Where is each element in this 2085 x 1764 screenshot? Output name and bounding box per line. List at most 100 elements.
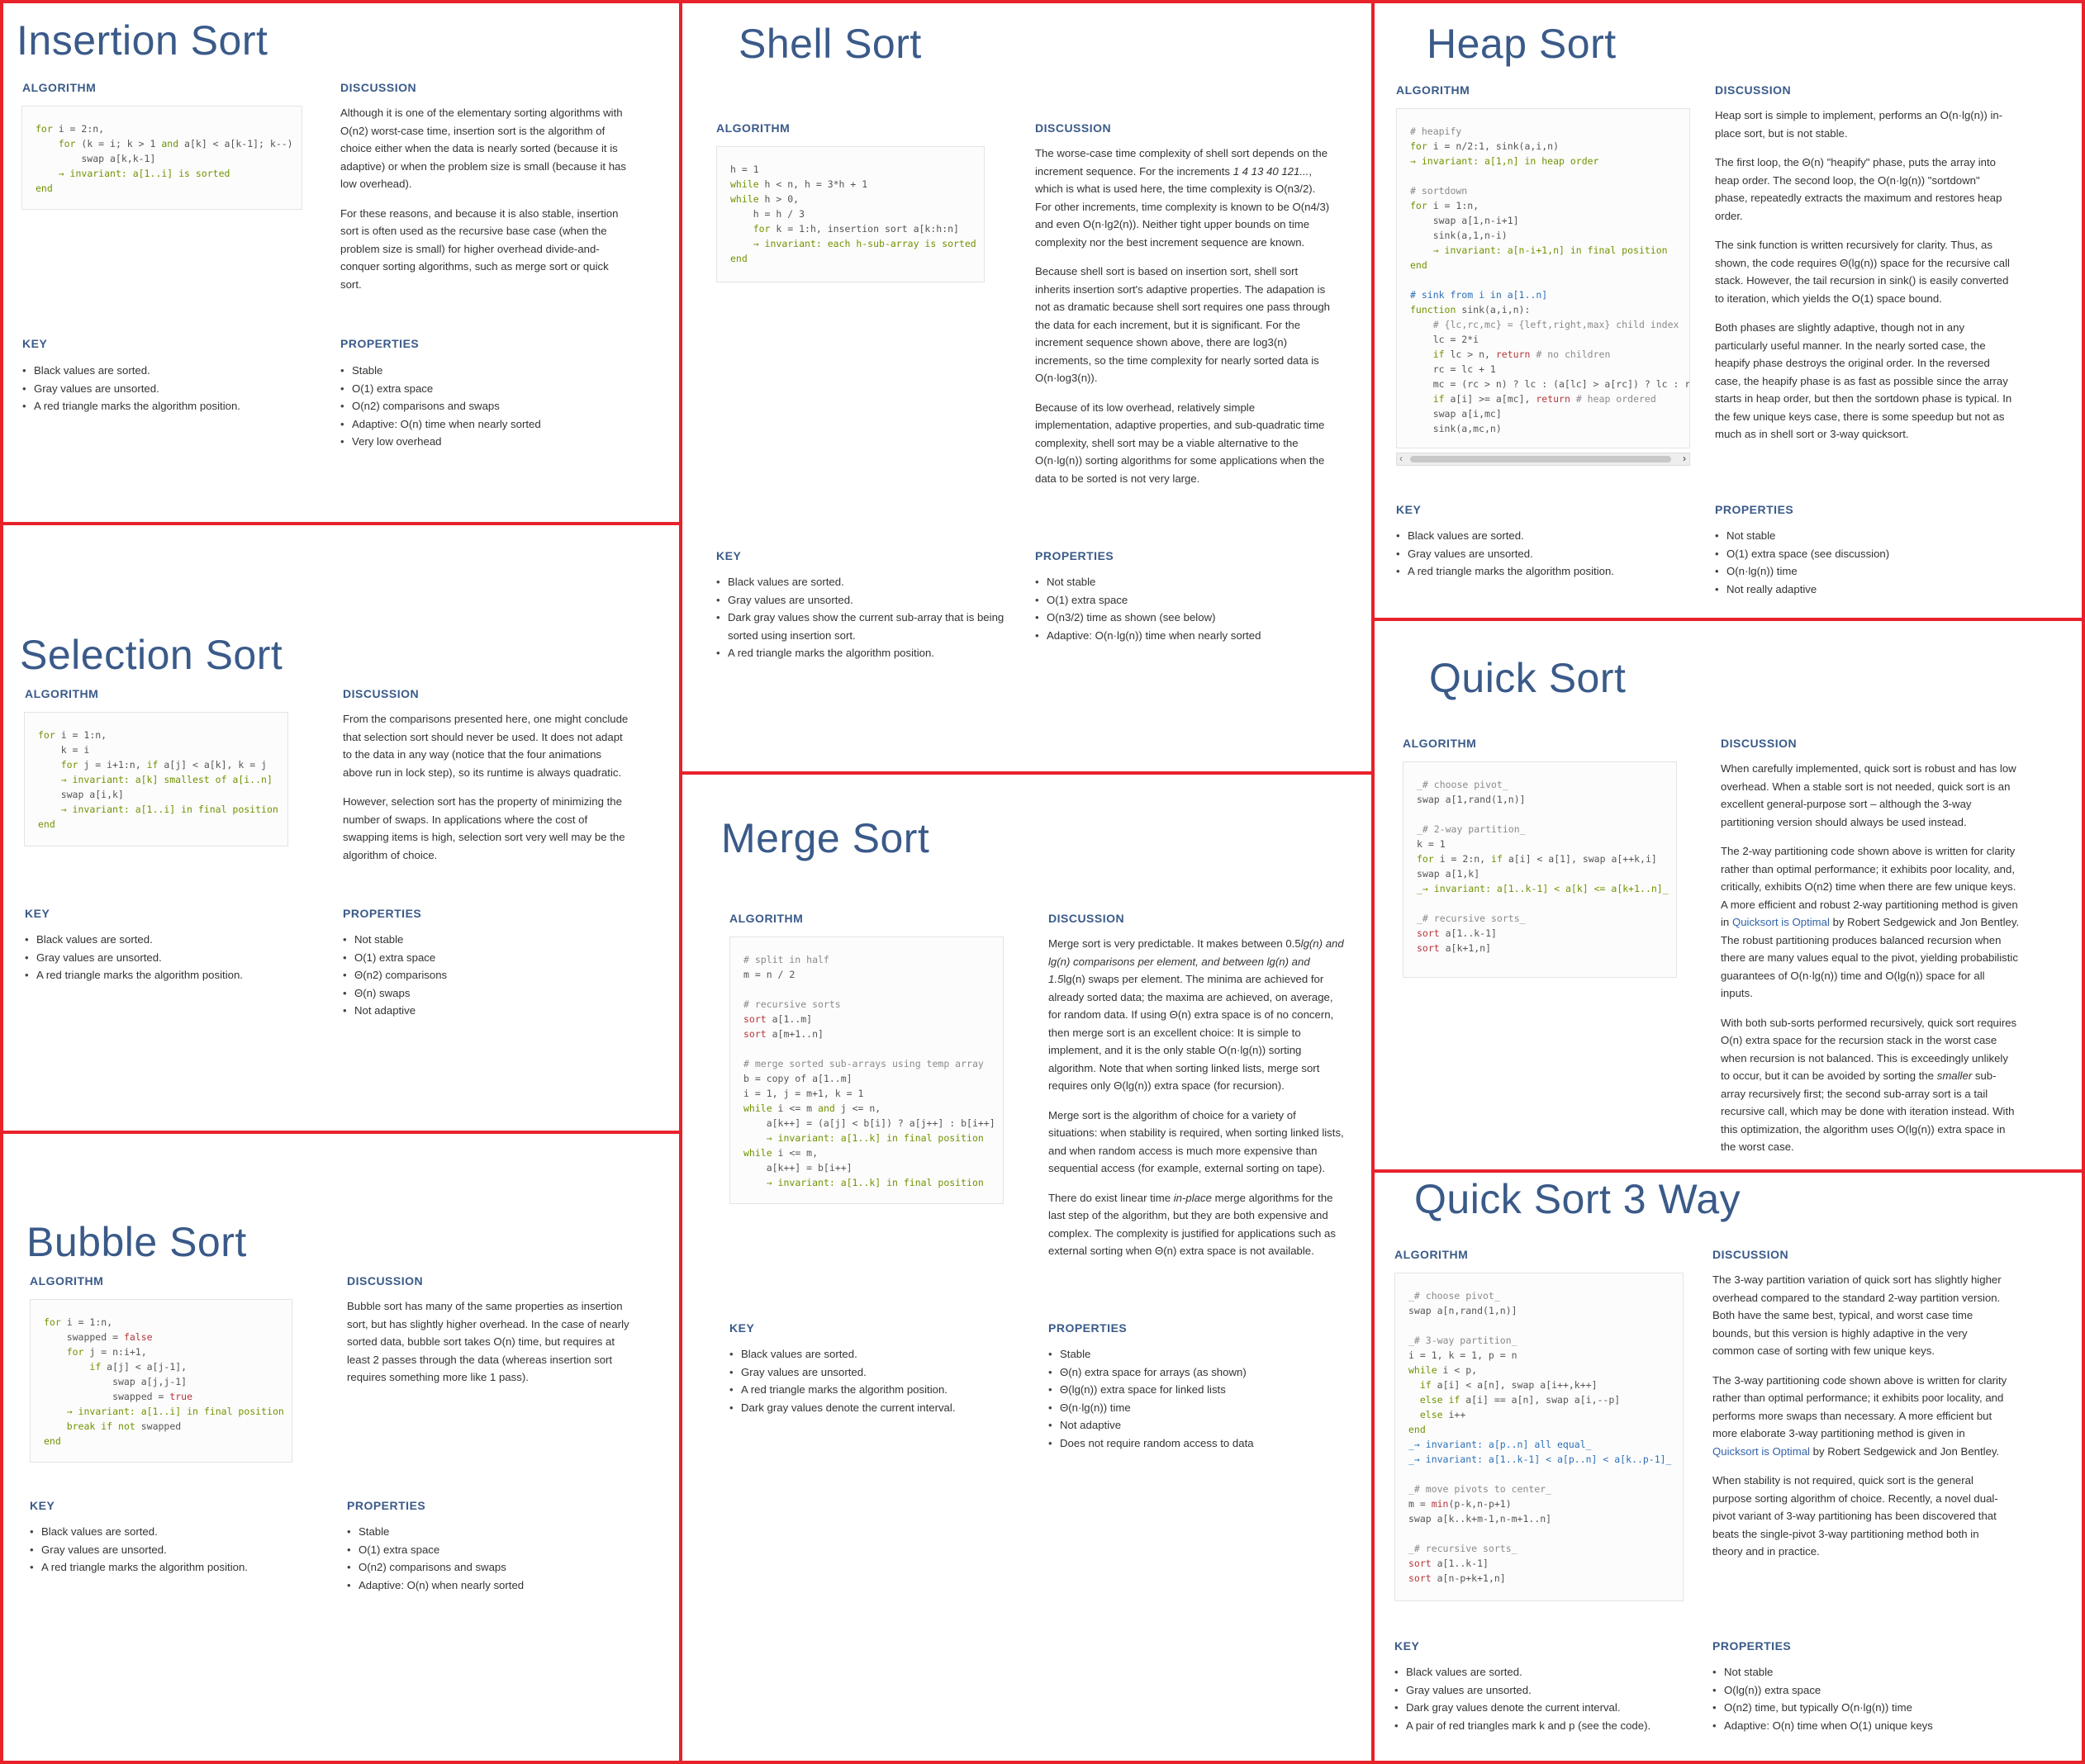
selection-discussion-heading: DISCUSSION bbox=[343, 687, 420, 700]
shell-sort-panel: Shell Sort ALGORITHM h = 1 while h < n, h… bbox=[683, 0, 1371, 772]
discussion-paragraph: The sink function is written recursively… bbox=[1715, 239, 2010, 305]
code-line: for i = n/2:1, sink(a,i,n) bbox=[1410, 140, 1560, 152]
merge-key-heading: KEY bbox=[729, 1321, 755, 1335]
code-line: → invariant: a[1,n] in heap order bbox=[1410, 155, 1599, 167]
heap-code-scrollbar[interactable]: ‹ › bbox=[1396, 453, 1690, 466]
insertion-algorithm-heading: ALGORITHM bbox=[22, 81, 97, 94]
discussion-paragraph: When carefully implemented, quick sort i… bbox=[1721, 762, 2016, 828]
list-item: O(1) extra space bbox=[340, 380, 638, 398]
list-item: Θ(n·lg(n)) time bbox=[1048, 1399, 1354, 1417]
code-line: while h < n, h = 3*h + 1 bbox=[730, 178, 868, 190]
heap-discussion-text: Heap sort is simple to implement, perfor… bbox=[1715, 107, 2014, 455]
code-line: # heapify bbox=[1410, 126, 1462, 137]
list-item: Black values are sorted. bbox=[30, 1523, 327, 1541]
list-item: Dark gray values denote the current inte… bbox=[1394, 1699, 1700, 1717]
code-line: if a[j] < a[j-1], bbox=[89, 1361, 188, 1373]
code-line: swap a[k,k-1] bbox=[36, 153, 156, 164]
code-line: swap a[j,j-1] bbox=[44, 1376, 188, 1387]
code-line: end bbox=[1408, 1424, 1426, 1435]
list-item: Adaptive: O(n·lg(n)) time when nearly so… bbox=[1035, 627, 1341, 645]
selection-discussion-text: From the comparisons presented here, one… bbox=[343, 710, 634, 875]
list-item: Θ(n) swaps bbox=[343, 984, 640, 1003]
shell-algorithm-heading: ALGORITHM bbox=[716, 121, 791, 135]
code-line: for k = 1:h, insertion sort a[k:h:n] bbox=[753, 223, 959, 235]
merge-properties-heading: PROPERTIES bbox=[1048, 1321, 1128, 1335]
bubble-sort-title: Bubble Sort bbox=[26, 1219, 247, 1265]
code-line: i = 1, j = m+1, k = 1 bbox=[743, 1088, 864, 1099]
list-item: Θ(n) extra space for arrays (as shown) bbox=[1048, 1363, 1354, 1382]
discussion-paragraph: Bubble sort has many of the same propert… bbox=[347, 1300, 629, 1383]
frame-bottom bbox=[0, 1761, 2085, 1764]
list-item: Θ(lg(n)) extra space for linked lists bbox=[1048, 1381, 1354, 1399]
list-item: A red triangle marks the algorithm posit… bbox=[729, 1381, 1035, 1399]
list-item: Stable bbox=[340, 362, 638, 380]
list-item: A pair of red triangles mark k and p (se… bbox=[1394, 1717, 1700, 1735]
bubble-key-list: Black values are sorted.Gray values are … bbox=[30, 1523, 327, 1577]
list-item: Not stable bbox=[1715, 527, 2021, 545]
code-line: → invariant: a[n-i+1,n] in final positio… bbox=[1432, 244, 1668, 256]
merge-sort-title: Merge Sort bbox=[721, 815, 930, 861]
code-line: end bbox=[44, 1435, 61, 1447]
selection-sort-title: Selection Sort bbox=[20, 632, 283, 678]
code-line: _→ invariant: a[p..n] all equal_ bbox=[1408, 1439, 1592, 1450]
code-line: sort a[m+1..n] bbox=[743, 1028, 824, 1040]
code-line: # {lc,rc,mc} = {left,right,max} child in… bbox=[1432, 319, 1679, 330]
list-item: Stable bbox=[347, 1523, 644, 1541]
insertion-key-list: Black values are sorted.Gray values are … bbox=[22, 362, 320, 415]
quicksort-is-optimal-link[interactable]: Quicksort is Optimal bbox=[1732, 916, 1830, 928]
quicksort-is-optimal-link[interactable]: Quicksort is Optimal bbox=[1712, 1445, 1810, 1458]
scroll-left-arrow-icon[interactable]: ‹ bbox=[1399, 453, 1403, 464]
code-line: end bbox=[36, 183, 53, 194]
divider-insertion-selection bbox=[0, 522, 679, 525]
code-line: swapped = false bbox=[44, 1331, 153, 1343]
discussion-paragraph: When stability is not required, quick so… bbox=[1712, 1474, 1998, 1558]
list-item: A red triangle marks the algorithm posit… bbox=[716, 644, 1022, 662]
code-line: k = 1 bbox=[1417, 838, 1446, 850]
code-line: → invariant: a[1..i] in final position bbox=[60, 804, 278, 815]
list-item: Gray values are unsorted. bbox=[30, 1541, 327, 1559]
selection-sort-panel: Selection Sort ALGORITHM for i = 1:n, k … bbox=[0, 525, 679, 1131]
merge-discussion-text: Merge sort is very predictable. It makes… bbox=[1048, 935, 1344, 1272]
list-item: Not stable bbox=[1712, 1663, 2018, 1681]
code-line: if lc > n, return # no children bbox=[1432, 349, 1611, 360]
heap-properties-list: Not stableO(1) extra space (see discussi… bbox=[1715, 527, 2021, 598]
code-line: swapped = true bbox=[44, 1391, 193, 1402]
heap-sort-title: Heap Sort bbox=[1427, 21, 1617, 67]
list-item: Not stable bbox=[343, 931, 640, 949]
list-item: O(n3/2) time as shown (see below) bbox=[1035, 609, 1341, 627]
list-item: Not adaptive bbox=[1048, 1416, 1354, 1434]
list-item: Does not require random access to data bbox=[1048, 1434, 1354, 1453]
discussion-paragraph: The 3-way partition variation of quick s… bbox=[1712, 1273, 2002, 1357]
list-item: Gray values are unsorted. bbox=[22, 380, 320, 398]
merge-properties-list: StableΘ(n) extra space for arrays (as sh… bbox=[1048, 1345, 1354, 1452]
code-line: for i = 2:n, if a[i] < a[1], swap a[++k,… bbox=[1417, 853, 1657, 865]
scroll-right-arrow-icon[interactable]: › bbox=[1683, 453, 1686, 464]
shell-properties-list: Not stableO(1) extra spaceO(n3/2) time a… bbox=[1035, 573, 1341, 644]
insertion-properties-heading: PROPERTIES bbox=[340, 337, 420, 350]
heap-discussion-heading: DISCUSSION bbox=[1715, 83, 1792, 97]
quick3-properties-heading: PROPERTIES bbox=[1712, 1639, 1792, 1653]
scrollbar-thumb[interactable] bbox=[1410, 456, 1671, 462]
list-item: Not stable bbox=[1035, 573, 1341, 591]
code-line: while i <= m, bbox=[743, 1147, 819, 1159]
code-line: rc = lc + 1 bbox=[1410, 363, 1496, 375]
code-line: → invariant: a[1..i] is sorted bbox=[58, 168, 230, 179]
shell-key-heading: KEY bbox=[716, 549, 742, 562]
code-line: m = min(p-k,n-p+1) bbox=[1408, 1498, 1512, 1510]
code-line: sort a[1..k-1] bbox=[1417, 927, 1497, 939]
divider-shell-merge bbox=[679, 771, 1375, 775]
list-item: O(n2) time, but typically O(n·lg(n)) tim… bbox=[1712, 1699, 2018, 1717]
quick3-code-block: _# choose pivot_ swap a[n,rand(1,n)] _# 3… bbox=[1394, 1273, 1684, 1601]
list-item: Black values are sorted. bbox=[1394, 1663, 1700, 1681]
list-item: A red triangle marks the algorithm posit… bbox=[30, 1558, 327, 1577]
list-item: Black values are sorted. bbox=[22, 362, 320, 380]
discussion-paragraph: Heap sort is simple to implement, perfor… bbox=[1715, 109, 2003, 140]
list-item: Adaptive: O(n) time when nearly sorted bbox=[340, 415, 638, 434]
bubble-discussion-text: Bubble sort has many of the same propert… bbox=[347, 1297, 638, 1398]
discussion-paragraph: The 3-way partitioning code shown above … bbox=[1712, 1373, 2007, 1458]
shell-sort-title: Shell Sort bbox=[739, 21, 922, 67]
